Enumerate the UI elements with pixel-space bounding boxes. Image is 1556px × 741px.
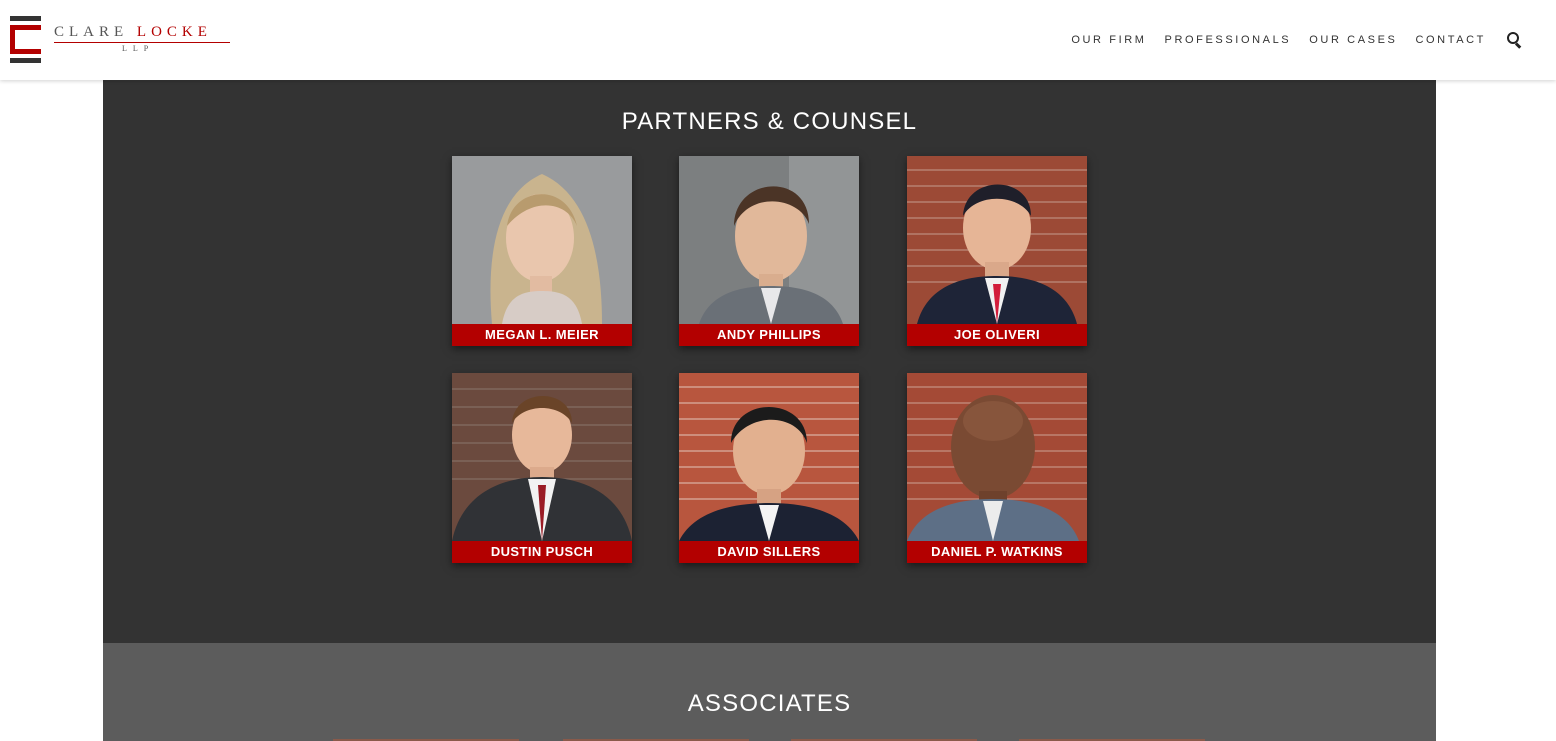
person-card[interactable]: JOE OLIVERI <box>907 156 1087 346</box>
person-name: JOE OLIVERI <box>907 324 1087 346</box>
site-header: CLARE LOCKE LLP OUR FIRM PROFESSIONALS O… <box>0 0 1556 80</box>
nav-our-firm[interactable]: OUR FIRM <box>1071 34 1146 46</box>
nav-contact[interactable]: CONTACT <box>1415 34 1486 46</box>
person-name: DAVID SILLERS <box>679 541 859 563</box>
nav-professionals[interactable]: PROFESSIONALS <box>1165 34 1292 46</box>
logo[interactable]: CLARE LOCKE LLP <box>10 16 240 64</box>
person-name: MEGAN L. MEIER <box>452 324 632 346</box>
nav-our-cases[interactable]: OUR CASES <box>1309 34 1397 46</box>
portrait-photo <box>907 373 1087 541</box>
logo-wordmark: CLARE LOCKE <box>54 24 212 41</box>
associates-section: ASSOCIATES <box>103 643 1436 741</box>
logo-suffix: LLP <box>122 44 155 53</box>
search-icon[interactable] <box>1506 32 1522 49</box>
person-name: DUSTIN PUSCH <box>452 541 632 563</box>
partners-title: PARTNERS & COUNSEL <box>621 108 918 135</box>
person-card[interactable]: DANIEL P. WATKINS <box>907 373 1087 563</box>
person-name: ANDY PHILLIPS <box>679 324 859 346</box>
main-nav: OUR FIRM PROFESSIONALS OUR CASES CONTACT <box>1053 32 1522 49</box>
portrait-photo <box>452 373 632 541</box>
associates-title: ASSOCIATES <box>687 690 852 717</box>
logo-name-second: LOCKE <box>136 24 212 40</box>
portrait-photo <box>679 156 859 324</box>
person-name: DANIEL P. WATKINS <box>907 541 1087 563</box>
partners-section: PARTNERS & COUNSEL MEGAN L. MEIER ANDY P… <box>103 80 1436 643</box>
person-card[interactable]: DUSTIN PUSCH <box>452 373 632 563</box>
person-card[interactable]: MEGAN L. MEIER <box>452 156 632 346</box>
logo-divider <box>54 42 230 43</box>
person-card[interactable]: ANDY PHILLIPS <box>679 156 859 346</box>
portrait-photo <box>452 156 632 324</box>
portrait-photo <box>907 156 1087 324</box>
portrait-photo <box>679 373 859 541</box>
logo-name-first: CLARE <box>54 24 129 40</box>
person-card[interactable]: DAVID SILLERS <box>679 373 859 563</box>
logo-mark-icon <box>10 16 41 63</box>
